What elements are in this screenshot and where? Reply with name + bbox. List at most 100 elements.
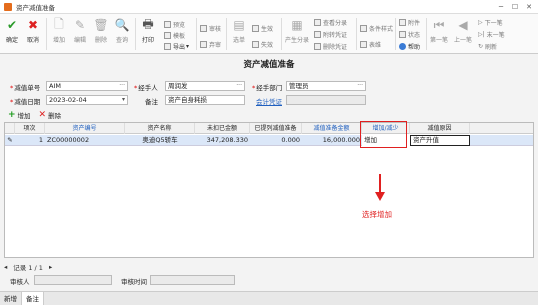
voucher-field <box>286 95 366 105</box>
cell-index: 1 <box>38 136 43 144</box>
handler-label: *经手人 <box>134 84 158 92</box>
separator <box>356 18 357 50</box>
printer-icon: 🖶 <box>142 16 154 31</box>
condition-icon <box>360 25 367 32</box>
gen-voucher-button[interactable]: ▦ 产生分录 <box>284 18 310 44</box>
cell-impairment[interactable]: 16,000.000 <box>302 135 362 146</box>
x-icon: ✖ <box>27 18 39 32</box>
edit-button[interactable]: ✎ 编辑 <box>70 18 90 44</box>
preview-icon <box>164 21 171 28</box>
separator <box>426 18 427 50</box>
chevron-down-icon: ▾ <box>186 43 190 50</box>
pager-next-icon[interactable]: ▸ <box>49 263 52 271</box>
check-icon: ✔ <box>6 18 18 32</box>
separator <box>226 18 227 50</box>
pager: ◂ 记录 1 / 1 ▸ <box>4 261 534 272</box>
cell-amount[interactable]: 347,208.330 <box>195 135 250 146</box>
export-button[interactable]: 导出 ▾ <box>164 42 189 51</box>
date-label: *减值日期 <box>10 98 41 106</box>
lookup-icon[interactable]: ··· <box>119 82 125 90</box>
detail-grid: 项次 资产编号 资产名称 未扣已金额 已提列减值准备 减值准备金额 增加/减少 … <box>4 122 534 258</box>
auditor-label: 审核人 <box>10 278 30 286</box>
prev-icon: ◀ <box>458 18 468 32</box>
voucher-link[interactable]: 会计凭证 <box>256 96 282 106</box>
cell-provided[interactable]: 0.000 <box>250 135 302 146</box>
separator <box>196 18 197 50</box>
first-record-button[interactable]: ⏮ 第一笔 <box>428 17 450 45</box>
plus-icon: + <box>8 110 16 120</box>
reason-input[interactable]: 资产升值 <box>410 135 470 146</box>
col-asset-no: 资产编号 <box>45 123 125 134</box>
delete-voucher-button[interactable]: 删除凭证 <box>314 42 347 51</box>
status-button[interactable]: 状态 <box>399 30 420 39</box>
cell-asset-name[interactable]: 奥迪Q5轿车 <box>125 135 195 146</box>
col-amount: 未扣已金额 <box>195 123 250 134</box>
lookup-icon[interactable]: ··· <box>236 82 242 90</box>
effective-icon <box>252 25 259 32</box>
ineffective-icon <box>252 41 259 48</box>
prev-record-button[interactable]: ◀ 上一笔 <box>452 18 474 44</box>
row-indicator-header <box>5 123 15 134</box>
col-index: 项次 <box>15 123 45 134</box>
close-icon[interactable]: ✕ <box>522 1 536 13</box>
status-tab-new[interactable]: 新增 <box>0 291 22 305</box>
view-voucher-button[interactable]: 查看分录 <box>314 18 347 27</box>
detail-add-button[interactable]: + 增加 <box>8 110 31 120</box>
doc-no-label: *减值单号 <box>10 84 41 92</box>
first-icon: ⏮ <box>433 17 445 32</box>
delete-button[interactable]: 🗑 删除 <box>91 18 111 44</box>
unaudit-button[interactable]: 弃审 <box>200 40 221 49</box>
print-button[interactable]: 🖶 打印 <box>138 16 158 45</box>
annotation-text: 选择增加 <box>362 210 392 219</box>
pager-first-icon[interactable]: ◂ <box>4 263 7 271</box>
col-impairment: 减值准备金额 <box>302 123 362 134</box>
preview-button[interactable]: 预览 <box>164 20 185 29</box>
refresh-button[interactable]: ↻ 刷新 <box>478 42 497 51</box>
ineffective-button[interactable]: 失效 <box>252 40 273 49</box>
help-button[interactable]: 帮助 <box>399 42 420 51</box>
audit-button[interactable]: 审核 <box>200 24 221 33</box>
window-controls: ─ ☐ ✕ <box>494 1 536 13</box>
maximize-icon[interactable]: ☐ <box>508 1 522 13</box>
status-tab-remark[interactable]: 备注 <box>22 291 44 305</box>
detail-delete-button[interactable]: ✕ 删除 <box>39 110 62 120</box>
query-button[interactable]: 🔍 查询 <box>112 18 132 44</box>
add-button[interactable]: 🗋 增加 <box>49 17 69 45</box>
separator <box>46 18 47 50</box>
last-record-button[interactable]: ▷| 末一笔 <box>478 30 505 39</box>
next-icon: ▷ <box>478 19 483 26</box>
separator <box>395 18 396 50</box>
view-voucher-icon <box>314 19 321 26</box>
attach-voucher-button[interactable]: 附转凭证 <box>314 30 347 39</box>
pager-label: 记录 1 / 1 <box>13 263 43 272</box>
handler-field[interactable]: 周润发 ··· <box>165 81 245 91</box>
remark-label: 备注 <box>145 98 158 106</box>
delete-voucher-icon <box>314 43 321 50</box>
next-record-button[interactable]: ▷ 下一笔 <box>478 18 503 27</box>
lookup-icon[interactable]: ··· <box>357 82 363 90</box>
minimize-icon[interactable]: ─ <box>494 1 508 13</box>
attachment-button[interactable]: 附件 <box>399 18 420 27</box>
select-bill-button[interactable]: ▤ 选单 <box>229 18 249 44</box>
dept-field[interactable]: 管理员 ··· <box>286 81 366 91</box>
condition-style-button[interactable]: 条件样式 <box>360 24 393 33</box>
table-dim-button[interactable]: 表维 <box>360 40 381 49</box>
doc-no-field[interactable]: AIM ··· <box>46 81 128 91</box>
delete-icon: 🗑 <box>93 18 109 32</box>
cancel-button[interactable]: ✖ 取消 <box>23 18 43 44</box>
col-asset-name: 资产名称 <box>125 123 195 134</box>
date-field[interactable]: 2023-02-04 ▾ <box>46 95 128 105</box>
footer-fields: 审核人 审核时间 <box>0 273 538 287</box>
audit-icon <box>200 25 207 32</box>
template-icon <box>164 32 171 39</box>
form-title: 资产减值准备 <box>243 60 295 70</box>
unaudit-icon <box>200 41 207 48</box>
remark-field[interactable]: 资产自身耗损 <box>165 95 245 105</box>
search-icon: 🔍 <box>114 18 130 32</box>
template-button[interactable]: 模板 <box>164 31 185 40</box>
calendar-icon[interactable]: ▾ <box>122 96 125 104</box>
confirm-button[interactable]: ✔ 确定 <box>2 18 22 44</box>
effective-button[interactable]: 生效 <box>252 24 273 33</box>
cell-asset-no[interactable]: ZC00000002 <box>45 135 125 146</box>
auditor-field <box>34 275 112 285</box>
